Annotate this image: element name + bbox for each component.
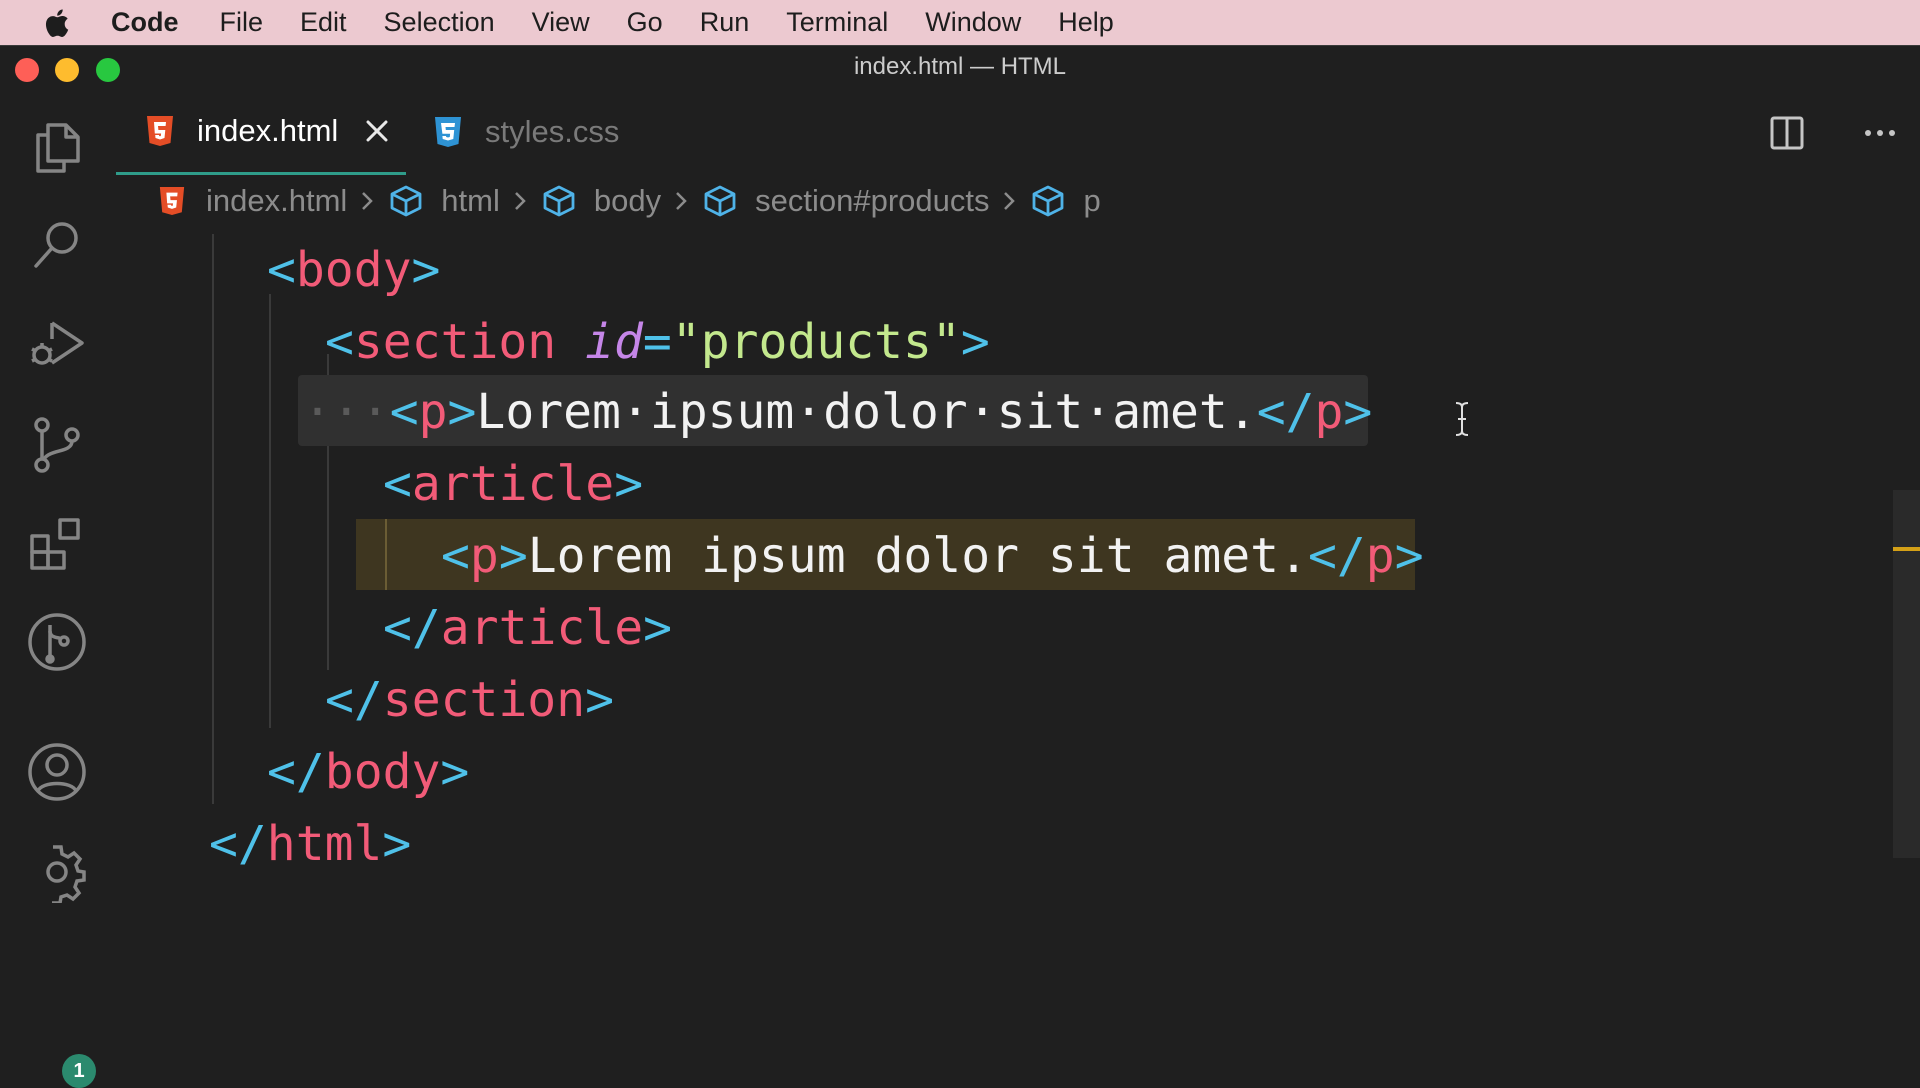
chevron-right-icon (362, 192, 374, 210)
symbol-element-icon (390, 185, 422, 217)
explorer-icon[interactable] (26, 115, 88, 177)
menu-help[interactable]: Help (1058, 7, 1114, 38)
activity-bar (0, 89, 115, 1080)
menu-window[interactable]: Window (925, 7, 1021, 38)
chevron-right-icon (1004, 192, 1016, 210)
symbol-element-icon (704, 185, 736, 217)
symbol-element-icon (1033, 185, 1064, 217)
tab-styles-css[interactable]: styles.css (433, 89, 663, 175)
run-debug-icon[interactable] (26, 313, 88, 375)
account-icon[interactable] (26, 741, 88, 803)
tab-index-html[interactable]: index.html (116, 89, 406, 175)
code-line: </section> (325, 672, 614, 728)
code-line: <body> (267, 242, 441, 298)
apple-logo-icon[interactable] (40, 5, 72, 41)
breadcrumb-label: html (441, 183, 500, 218)
overview-ruler-marker (1893, 547, 1920, 551)
overview-ruler-scrollbar[interactable] (1893, 490, 1920, 858)
source-control-icon[interactable] (26, 413, 88, 475)
editor-tab-bar: index.html styles.css (115, 89, 1920, 175)
code-editor[interactable]: <body> <section id="products"> ···<p>Lor… (115, 234, 1920, 1080)
symbol-element-icon (543, 185, 575, 217)
breadcrumb: index.html html body section#products p (158, 178, 1101, 224)
breadcrumb-item-body[interactable]: body (542, 183, 661, 219)
breadcrumb-item-p[interactable]: p (1031, 183, 1101, 219)
settings-gear-icon[interactable] (26, 841, 88, 905)
split-editor-icon[interactable] (1769, 115, 1805, 151)
settings-update-badge: 1 (62, 1054, 96, 1088)
window-titlebar: index.html — HTML (0, 45, 1920, 89)
indent-guide (212, 234, 214, 804)
breadcrumb-label: p (1083, 183, 1101, 218)
tab-label: index.html (197, 112, 339, 148)
git-graph-icon[interactable] (26, 611, 88, 673)
menu-run[interactable]: Run (700, 7, 750, 38)
css3-file-icon (435, 117, 461, 147)
menu-go[interactable]: Go (627, 7, 663, 38)
menu-view[interactable]: View (532, 7, 590, 38)
breadcrumb-item-section[interactable]: section#products (703, 183, 989, 219)
code-line: </body> (267, 744, 470, 800)
code-line: </html> (209, 816, 412, 872)
html5-file-icon (159, 187, 185, 215)
code-line: <article> (383, 456, 644, 512)
menu-edit[interactable]: Edit (300, 7, 347, 38)
chevron-right-icon (676, 192, 687, 210)
close-tab-icon[interactable] (364, 118, 390, 144)
active-indent-guide (385, 519, 387, 590)
breadcrumb-label: body (593, 183, 662, 218)
macos-menubar: Code File Edit Selection View Go Run Ter… (0, 0, 1920, 45)
indent-guide (269, 294, 271, 728)
html5-file-icon (147, 115, 173, 146)
code-line-selected: ···<p>Lorem·ipsum·dolor·sit·amet.</p> (303, 384, 1373, 440)
breadcrumb-label: index.html (206, 183, 348, 218)
menu-terminal[interactable]: Terminal (786, 7, 888, 38)
tab-label: styles.css (485, 114, 620, 149)
menu-file[interactable]: File (220, 7, 264, 38)
breadcrumb-item-html[interactable]: html (389, 183, 500, 219)
window-title: index.html — HTML (853, 53, 1067, 80)
extensions-icon[interactable] (26, 512, 88, 574)
menu-selection[interactable]: Selection (384, 7, 495, 38)
breadcrumb-item-file[interactable]: index.html (158, 183, 347, 219)
search-icon[interactable] (26, 214, 88, 276)
code-line-current: <p>Lorem ipsum dolor sit amet.</p> (441, 528, 1424, 584)
breadcrumb-label: section#products (755, 183, 990, 218)
chevron-right-icon (514, 192, 526, 210)
more-actions-icon[interactable] (1860, 115, 1900, 151)
code-line: <section id="products"> (325, 314, 990, 370)
text-cursor-icon (1455, 402, 1469, 436)
code-line: </article> (383, 600, 672, 656)
menu-app-name[interactable]: Code (111, 7, 179, 38)
